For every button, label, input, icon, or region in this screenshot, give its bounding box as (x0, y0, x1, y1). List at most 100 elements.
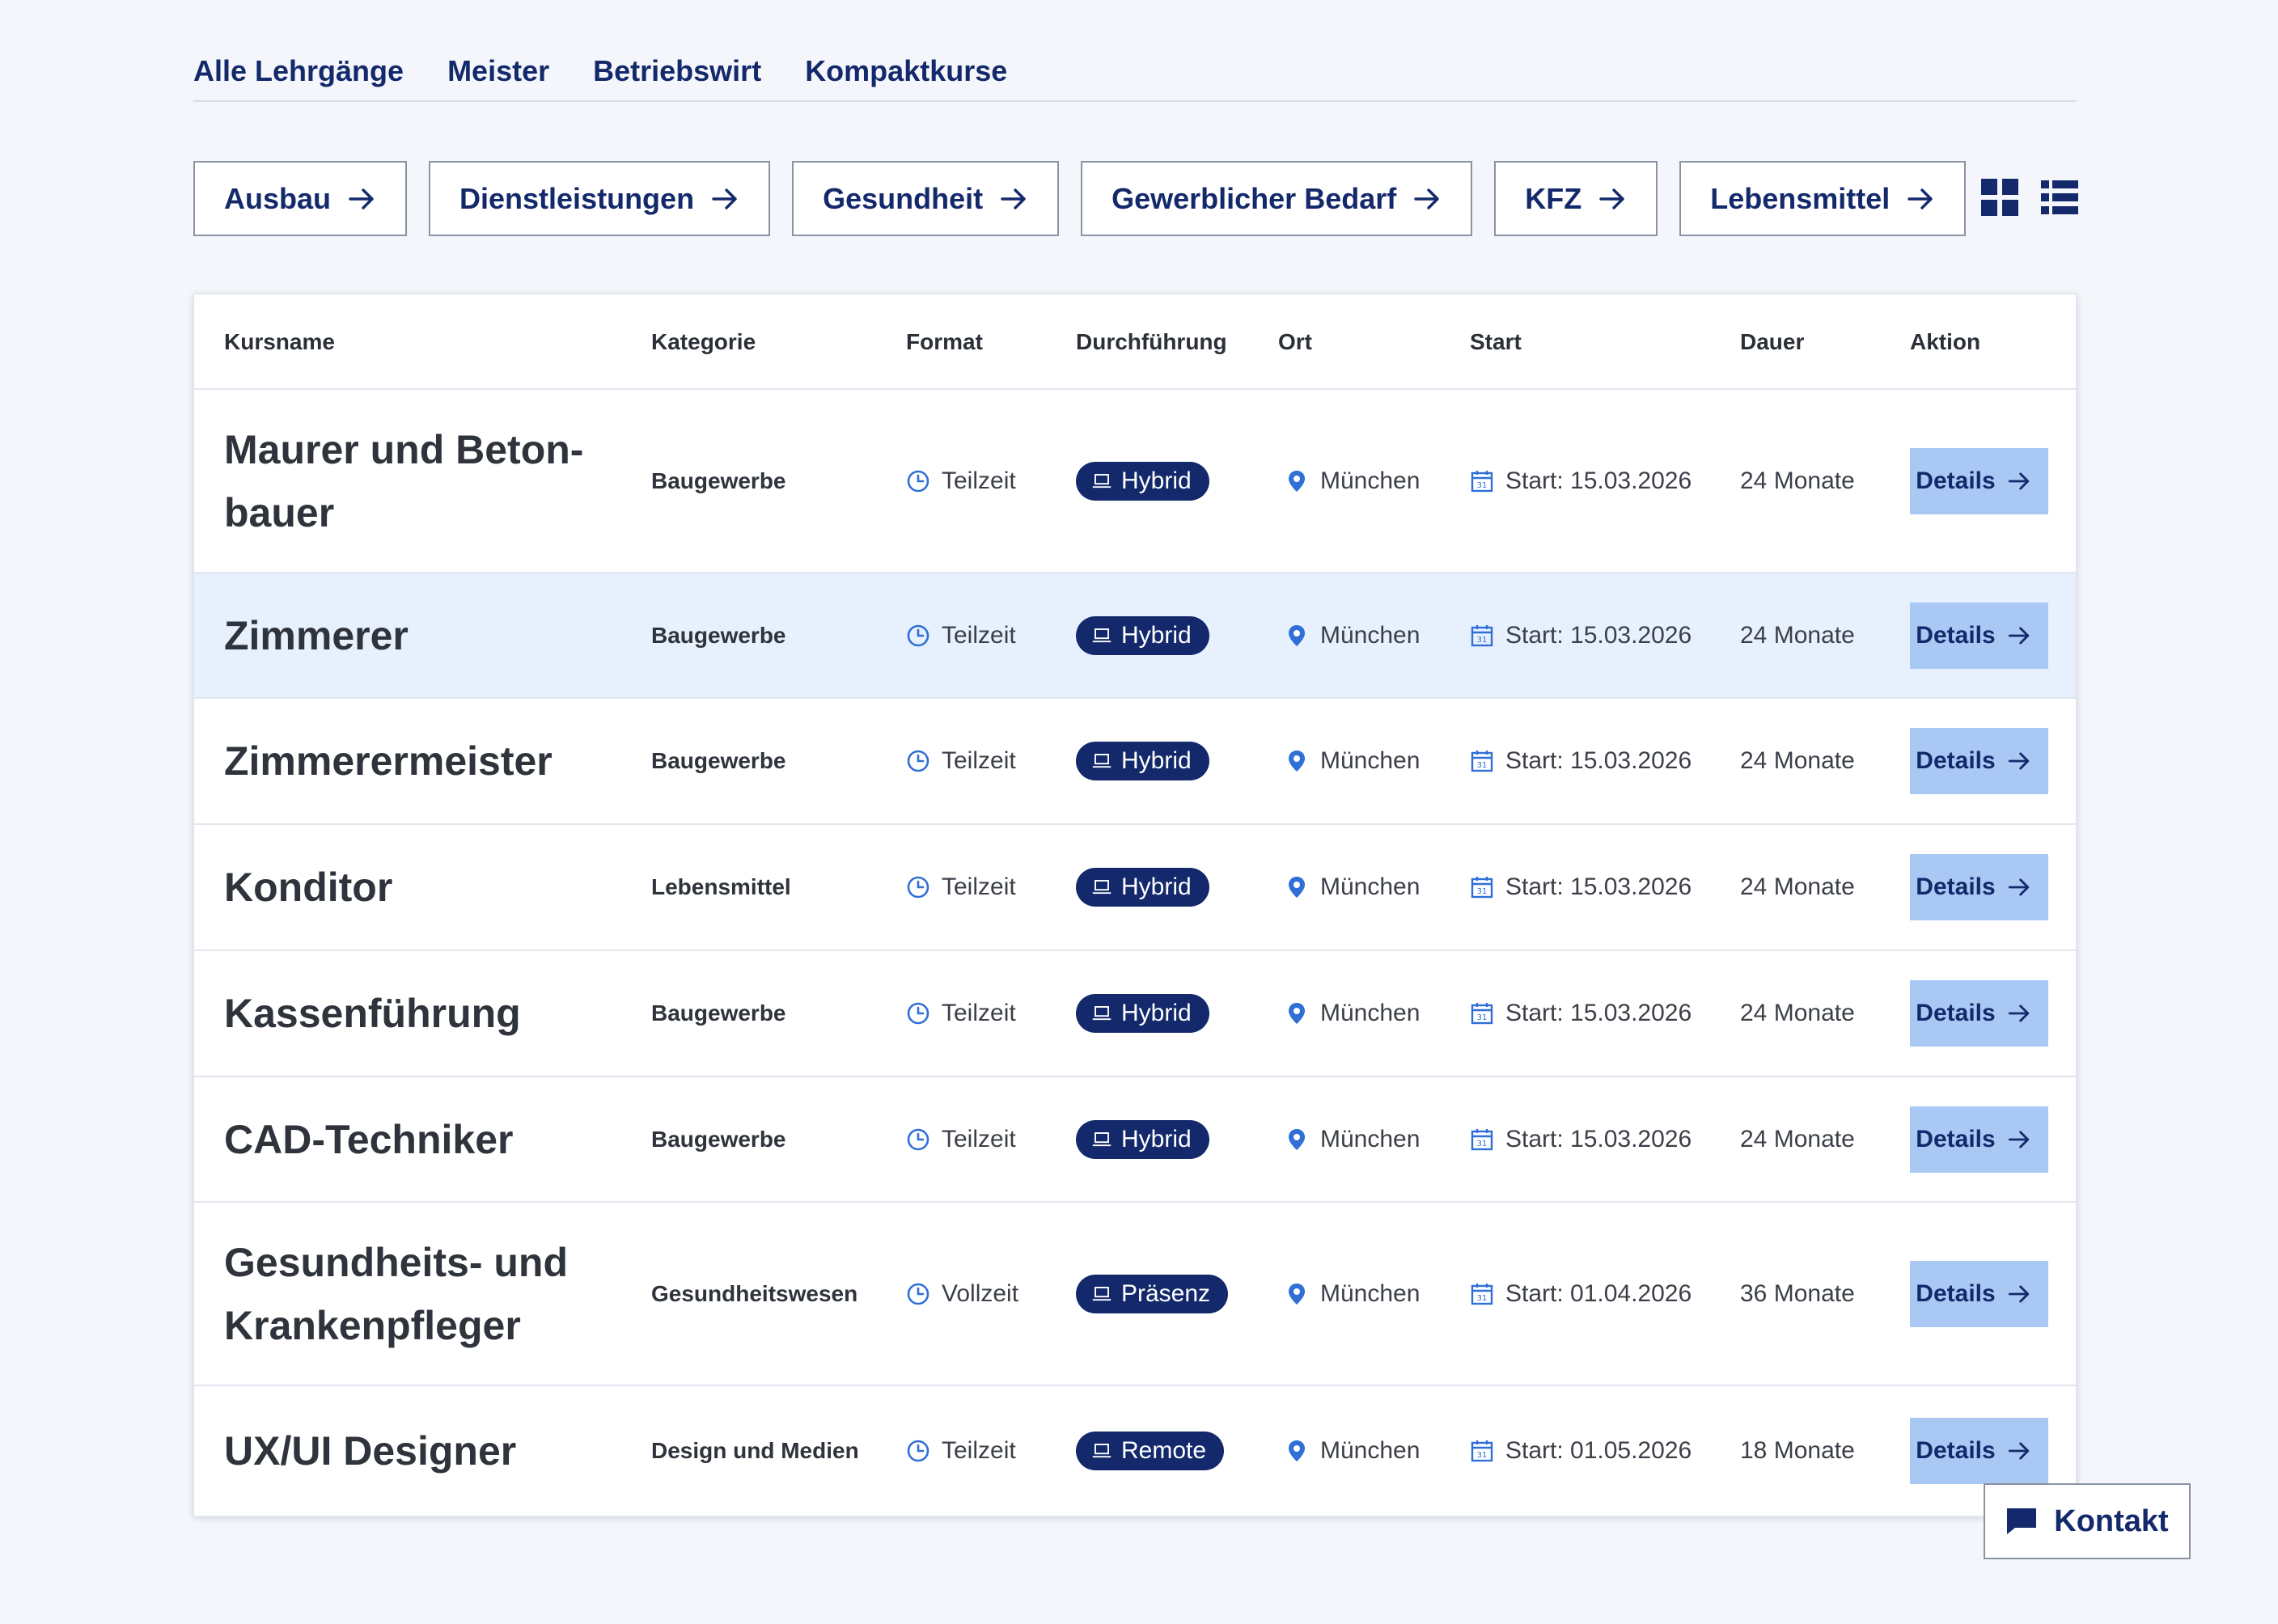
tab-meister[interactable]: Meister (447, 50, 549, 100)
course-duration: 36 Monate (1740, 1279, 1855, 1307)
details-button[interactable]: Details (1910, 447, 2048, 514)
details-label: Details (1916, 621, 1996, 649)
mode-label: Remote (1121, 1437, 1207, 1464)
filter-chip-ausbau[interactable]: Ausbau (193, 161, 408, 236)
course-format: Teilzeit (942, 1125, 1016, 1152)
location-cell: München (1285, 951, 1420, 1076)
format-cell: Teilzeit (906, 573, 1016, 697)
filter-chips: Ausbau Dienstleistungen Gesundheit Gewerbli… (193, 161, 1967, 236)
list-view-icon[interactable] (2041, 179, 2078, 216)
filter-chip-gesundheit[interactable]: Gesundheit (792, 161, 1060, 236)
course-duration: 24 Monate (1740, 467, 1855, 494)
course-name-cell: CAD-Techniker (224, 1077, 604, 1201)
action-cell: Details (1910, 1077, 2048, 1201)
course-start: Start: 15.03.2026 (1505, 747, 1692, 774)
course-category: Design und Medien (651, 1438, 859, 1463)
tab-kompaktkurse[interactable]: Kompaktkurse (805, 50, 1007, 100)
location-cell: München (1285, 825, 1420, 949)
col-format-header: Format (906, 329, 983, 354)
course-name: Kassenführung (224, 991, 521, 1036)
mode-label: Hybrid (1121, 621, 1192, 649)
details-button[interactable]: Details (1910, 1106, 2048, 1173)
category-cell: Baugewerbe (651, 1077, 870, 1201)
col-durchfuehrung-header: Durchführung (1076, 329, 1227, 354)
mode-label: Hybrid (1121, 467, 1192, 494)
svg-text:31: 31 (1477, 1294, 1488, 1303)
tab-alle-lehrgaenge[interactable]: Alle Lehrgänge (193, 50, 404, 100)
chip-label: KFZ (1525, 181, 1582, 215)
location-pin-icon (1285, 1439, 1309, 1463)
calendar-icon: 31 (1470, 1001, 1494, 1026)
location-pin-icon (1285, 875, 1309, 899)
laptop-icon (1092, 1440, 1116, 1461)
course-category: Baugewerbe (651, 748, 786, 773)
arrow-right-icon (2007, 749, 2031, 773)
course-start: Start: 01.04.2026 (1505, 1279, 1692, 1307)
start-cell: 31 Start: 15.03.2026 (1470, 825, 1692, 949)
course-duration: 24 Monate (1740, 621, 1855, 649)
arrow-right-icon (1598, 184, 1627, 214)
duration-cell: 24 Monate (1740, 699, 1855, 823)
grid-view-icon[interactable] (1981, 179, 2018, 216)
details-button[interactable]: Details (1910, 602, 2048, 669)
clock-icon (906, 469, 930, 493)
start-cell: 31 Start: 15.03.2026 (1470, 951, 1692, 1076)
filter-chip-dienstleistungen[interactable]: Dienstleistungen (429, 161, 771, 236)
course-name: Zimmerermeister (224, 738, 553, 784)
kontakt-button[interactable]: Kontakt (1984, 1483, 2191, 1559)
format-cell: Teilzeit (906, 951, 1016, 1076)
tab-betriebswirt[interactable]: Betriebswirt (593, 50, 761, 100)
course-duration: 24 Monate (1740, 1125, 1855, 1152)
chip-label: Lebensmittel (1710, 181, 1891, 215)
start-cell: 31 Start: 15.03.2026 (1470, 573, 1692, 697)
svg-text:31: 31 (1477, 1140, 1488, 1148)
arrow-right-icon (2007, 1001, 2031, 1026)
course-category: Baugewerbe (651, 467, 786, 493)
arrow-right-icon (710, 184, 739, 214)
duration-cell: 24 Monate (1740, 825, 1855, 949)
course-start: Start: 15.03.2026 (1505, 1125, 1692, 1152)
filter-chip-gewerblicher-bedarf[interactable]: Gewerblicher Bedarf (1081, 161, 1473, 236)
course-location: München (1320, 873, 1421, 900)
course-name: Zimmerer (224, 612, 409, 658)
view-toggle (1981, 179, 2078, 216)
table-row: Gesundheits- und Krankenpfleger Gesundhei… (194, 1203, 2076, 1386)
course-table: Kursname Kategorie Format Durchführung Ort St… (193, 294, 2077, 1517)
details-button[interactable]: Details (1910, 1260, 2048, 1327)
clock-icon (906, 875, 930, 899)
course-format: Teilzeit (942, 621, 1016, 649)
location-cell: München (1285, 1386, 1420, 1516)
details-button[interactable]: Details (1910, 728, 2048, 794)
arrow-right-icon (347, 184, 376, 214)
course-name-cell: Zimmerer (224, 573, 604, 697)
details-label: Details (1916, 873, 1996, 900)
location-pin-icon (1285, 624, 1309, 648)
location-cell: München (1285, 573, 1420, 697)
course-format: Teilzeit (942, 467, 1016, 494)
course-name-cell: Konditor (224, 825, 604, 949)
start-cell: 31 Start: 01.05.2026 (1470, 1386, 1692, 1516)
course-category: Baugewerbe (651, 1000, 786, 1026)
course-start: Start: 15.03.2026 (1505, 873, 1692, 900)
col-start-header: Start (1470, 329, 1522, 354)
duration-cell: 24 Monate (1740, 390, 1855, 572)
filter-chip-kfz[interactable]: KFZ (1494, 161, 1658, 236)
details-button[interactable]: Details (1910, 1418, 2048, 1484)
action-cell: Details (1910, 699, 2048, 823)
chip-label: Gesundheit (823, 181, 984, 215)
format-cell: Teilzeit (906, 1386, 1016, 1516)
laptop-icon (1092, 1129, 1116, 1150)
course-name: Gesundheits- und Krankenpfleger (224, 1239, 568, 1348)
mode-cell: Hybrid (1076, 951, 1209, 1076)
filter-chip-lebensmittel[interactable]: Lebensmittel (1679, 161, 1967, 236)
arrow-right-icon (1412, 184, 1442, 214)
svg-text:31: 31 (1477, 481, 1488, 490)
details-button[interactable]: Details (1910, 980, 2048, 1047)
course-location: München (1320, 467, 1421, 494)
course-category: Lebensmittel (651, 874, 791, 899)
course-format: Teilzeit (942, 1437, 1016, 1464)
chip-label: Gewerblicher Bedarf (1111, 181, 1397, 215)
details-button[interactable]: Details (1910, 854, 2048, 920)
details-label: Details (1916, 1000, 1996, 1026)
laptop-icon (1092, 471, 1116, 492)
